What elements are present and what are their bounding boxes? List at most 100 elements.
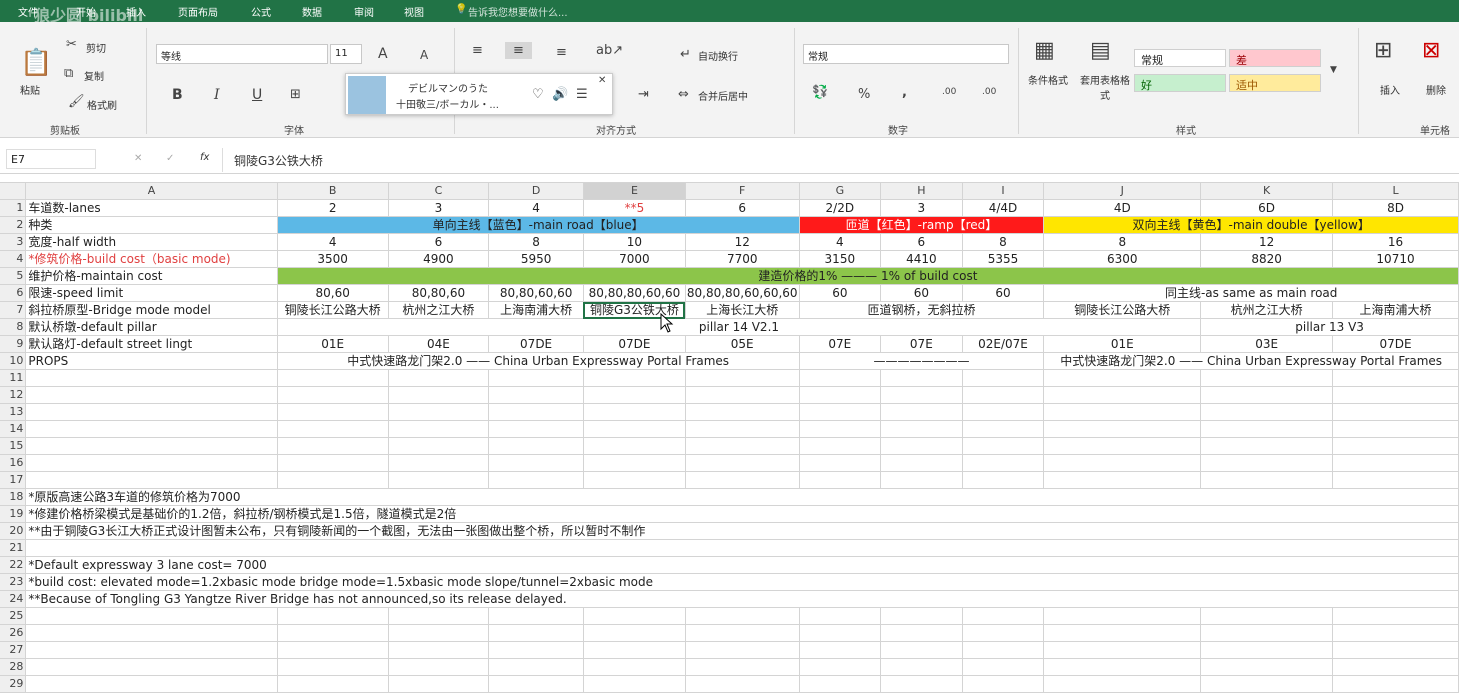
cell[interactable]: 宽度-half width xyxy=(25,233,278,251)
row-header[interactable]: 2 xyxy=(0,216,27,234)
cell[interactable] xyxy=(799,658,882,676)
style-good[interactable]: 好 xyxy=(1134,74,1226,92)
align-middle-icon[interactable]: ≡ xyxy=(505,42,532,59)
tell-me-input[interactable]: 告诉我您想要做什么... xyxy=(468,4,568,19)
close-icon[interactable]: ✕ xyxy=(598,76,606,86)
cell[interactable] xyxy=(799,454,882,472)
cell[interactable]: 3500 xyxy=(277,250,389,268)
cell[interactable]: 04E xyxy=(388,335,490,353)
wrap-text-button[interactable]: 自动换行 xyxy=(698,48,738,63)
cell[interactable]: 7000 xyxy=(583,250,686,268)
cell[interactable] xyxy=(277,420,389,438)
cell[interactable] xyxy=(25,641,278,659)
cell-main-road[interactable]: 单向主线【蓝色】-main road【blue】 xyxy=(277,216,800,234)
cell[interactable] xyxy=(25,607,278,625)
cell[interactable] xyxy=(488,641,584,659)
underline-button[interactable]: U xyxy=(252,88,262,102)
cell[interactable]: 07DE xyxy=(583,335,686,353)
row-header[interactable]: 6 xyxy=(0,284,27,302)
cell[interactable] xyxy=(488,624,584,642)
tab-home[interactable]: 开始 xyxy=(76,4,96,19)
cell[interactable] xyxy=(1200,624,1334,642)
cell[interactable]: 匝道钢桥，无斜拉桥 xyxy=(799,301,1045,319)
cell[interactable] xyxy=(1043,454,1202,472)
column-header[interactable]: D xyxy=(488,183,584,200)
cell[interactable]: 默认桥墩-default pillar xyxy=(25,318,278,336)
cell[interactable] xyxy=(1332,658,1459,676)
cell[interactable] xyxy=(880,386,963,404)
styles-more-icon[interactable]: ▼ xyxy=(1330,66,1337,75)
format-painter-button[interactable]: 格式刷 xyxy=(87,97,117,112)
tab-review[interactable]: 审阅 xyxy=(354,4,374,19)
tab-formulas[interactable]: 公式 xyxy=(251,4,271,19)
cell[interactable] xyxy=(583,471,686,489)
cell[interactable] xyxy=(488,386,584,404)
column-header[interactable]: I xyxy=(962,183,1045,200)
cell[interactable]: 02E/07E xyxy=(962,335,1045,353)
cell[interactable] xyxy=(1043,471,1202,489)
note-cell[interactable]: **由于铜陵G3长江大桥正式设计图暂未公布，只有铜陵新闻的一个截图，无法由一张图… xyxy=(25,522,1459,540)
cell-ramp[interactable]: 匝道【红色】-ramp【red】 xyxy=(799,216,1045,234)
cell[interactable] xyxy=(1043,420,1202,438)
cell[interactable]: 07DE xyxy=(488,335,584,353)
cell[interactable]: 杭州之江大桥 xyxy=(1200,301,1334,319)
cell[interactable] xyxy=(962,403,1045,421)
row-header[interactable]: 23 xyxy=(0,573,27,591)
cell[interactable]: 60 xyxy=(880,284,963,302)
cell[interactable] xyxy=(685,369,800,387)
cell[interactable] xyxy=(880,607,963,625)
font-size-select[interactable]: 11 xyxy=(330,44,362,64)
row-header[interactable]: 15 xyxy=(0,437,27,455)
cell[interactable]: 8 xyxy=(1043,233,1202,251)
row-header[interactable]: 28 xyxy=(0,658,27,676)
cell[interactable] xyxy=(685,471,800,489)
cell[interactable] xyxy=(1200,369,1334,387)
insert-function-button[interactable]: fx xyxy=(200,152,209,163)
row-header[interactable]: 7 xyxy=(0,301,27,319)
cut-icon[interactable]: ✂ xyxy=(66,38,77,51)
cell-main-double[interactable]: 双向主线【黄色】-main double【yellow】 xyxy=(1043,216,1459,234)
row-header[interactable]: 11 xyxy=(0,369,27,387)
paste-button[interactable]: 粘贴 xyxy=(20,82,40,97)
cell[interactable] xyxy=(685,454,800,472)
cell[interactable] xyxy=(799,386,882,404)
cell[interactable]: 中式快速路龙门架2.0 —— China Urban Expressway Po… xyxy=(1043,352,1459,370)
orientation-icon[interactable]: ab↗ xyxy=(596,44,623,57)
cell[interactable]: 中式快速路龙门架2.0 —— China Urban Expressway Po… xyxy=(277,352,800,370)
row-header[interactable]: 4 xyxy=(0,250,27,268)
align-top-icon[interactable]: ≡ xyxy=(472,44,483,57)
copy-icon[interactable]: ⧉ xyxy=(64,67,73,80)
tab-page-layout[interactable]: 页面布局 xyxy=(178,4,218,19)
cell[interactable] xyxy=(1043,675,1202,693)
cell[interactable] xyxy=(1200,658,1334,676)
row-header[interactable]: 29 xyxy=(0,675,27,693)
row-header[interactable]: 12 xyxy=(0,386,27,404)
enter-icon[interactable]: ✓ xyxy=(166,153,174,164)
cell[interactable]: 8820 xyxy=(1200,250,1334,268)
table-format-icon[interactable]: ▤ xyxy=(1090,40,1111,62)
row-header[interactable]: 13 xyxy=(0,403,27,421)
cell[interactable]: 维护价格-maintain cost xyxy=(25,267,278,285)
cell[interactable]: 4D xyxy=(1043,199,1202,217)
cell[interactable] xyxy=(1043,386,1202,404)
cell[interactable] xyxy=(1200,386,1334,404)
cell[interactable] xyxy=(1043,437,1202,455)
cell-grid[interactable]: A B C D E F G H I J K L 1 车道数-lanes 2 3 … xyxy=(0,183,1459,693)
cell[interactable] xyxy=(388,403,490,421)
cell[interactable]: 2 xyxy=(277,199,389,217)
cell[interactable] xyxy=(799,675,882,693)
cell[interactable]: 80,80,60,60 xyxy=(488,284,584,302)
cell[interactable]: PROPS xyxy=(25,352,278,370)
cell[interactable]: pillar 13 V3 xyxy=(1200,318,1459,336)
cell[interactable]: 10710 xyxy=(1332,250,1459,268)
cell[interactable]: 07E xyxy=(799,335,882,353)
increase-indent-icon[interactable]: ⇥ xyxy=(638,88,649,101)
column-header[interactable]: L xyxy=(1332,183,1459,200)
merge-center-button[interactable]: 合并后居中 xyxy=(698,88,748,103)
cell[interactable] xyxy=(25,420,278,438)
cell[interactable] xyxy=(685,624,800,642)
name-box[interactable]: E7 xyxy=(6,149,96,169)
cell[interactable] xyxy=(1332,437,1459,455)
cancel-icon[interactable]: ✕ xyxy=(134,153,142,164)
cell[interactable] xyxy=(388,437,490,455)
